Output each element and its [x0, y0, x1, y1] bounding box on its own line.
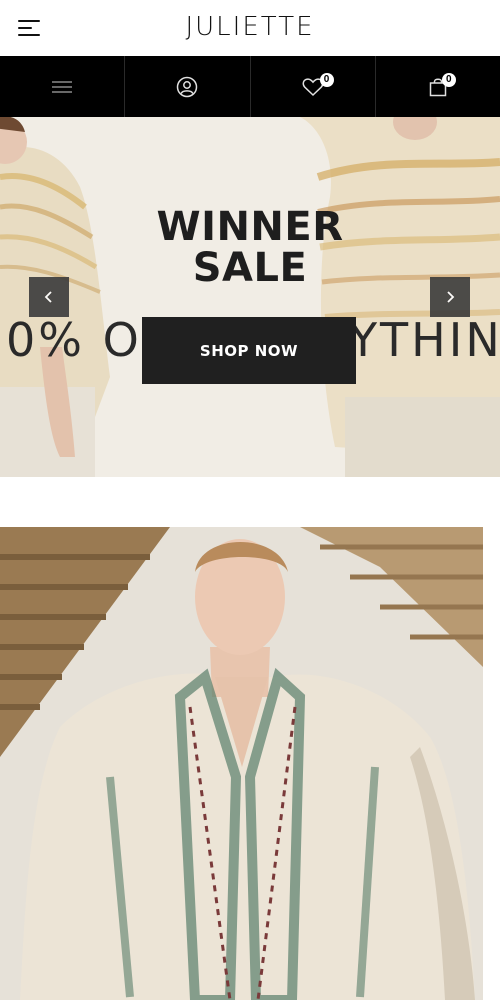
feature-image-banner[interactable] — [0, 527, 483, 1000]
shop-now-button[interactable]: SHOP NOW — [142, 317, 356, 384]
chevron-right-icon — [447, 291, 455, 303]
cart-count-badge: 0 — [441, 73, 456, 87]
hero-banner: WINNER SALE 0% OFF EVERYTHIN SHOP NOW — [0, 117, 500, 477]
action-toolbar: 0 0 — [0, 56, 500, 117]
account-button[interactable] — [125, 56, 251, 117]
model-embroidered-shirt-photo — [0, 527, 483, 1000]
wishlist-count-badge: 0 — [319, 73, 334, 87]
brand-logo[interactable]: JULIETTE — [0, 12, 500, 42]
hero-title-line2: SALE — [192, 245, 308, 291]
menu-lines-icon — [52, 80, 73, 93]
top-header: JULIETTE — [0, 0, 500, 56]
user-account-icon — [177, 76, 198, 97]
carousel-next-button[interactable] — [430, 277, 470, 317]
chevron-left-icon — [44, 291, 52, 303]
cart-button[interactable]: 0 — [376, 56, 500, 117]
wishlist-button[interactable]: 0 — [251, 56, 376, 117]
hero-title: WINNER SALE — [0, 207, 500, 289]
hero-background-photo — [0, 117, 500, 477]
hero-title-line1: WINNER — [156, 204, 344, 250]
carousel-prev-button[interactable] — [29, 277, 69, 317]
menu-button[interactable] — [0, 56, 126, 117]
